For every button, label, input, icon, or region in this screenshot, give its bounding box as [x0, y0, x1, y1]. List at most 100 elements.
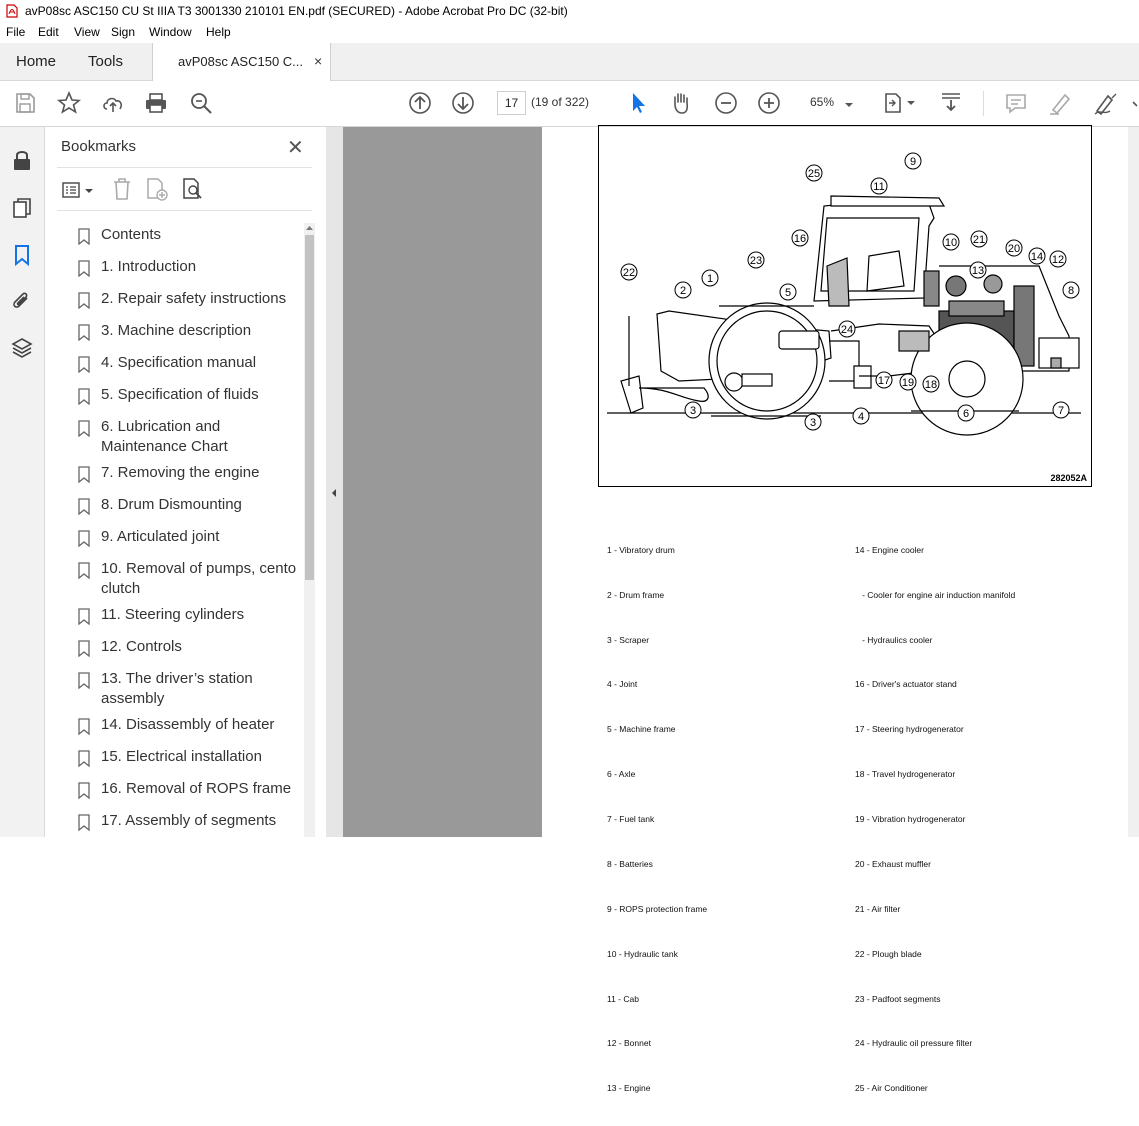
select-cursor-icon[interactable]: [625, 90, 651, 116]
svg-text:9: 9: [910, 156, 916, 168]
bookmark-label: 6. Lubrication and Maintenance Chart: [101, 418, 228, 455]
menu-help[interactable]: Help: [206, 25, 231, 39]
collapse-panel-arrow-icon[interactable]: [330, 488, 338, 498]
svg-text:21: 21: [973, 234, 985, 246]
bookmark-flag-icon: [78, 530, 90, 547]
bookmark-label: 17. Assembly of segments: [101, 812, 277, 829]
tab-row: Home Tools avP08sc ASC150 C... ×: [0, 43, 1139, 81]
legend-item: 24 - Hydraulic oil pressure filter: [855, 1038, 973, 1049]
panel-divider: [57, 210, 312, 211]
hand-tool-icon[interactable]: [668, 90, 694, 116]
attachment-paperclip-icon[interactable]: [10, 289, 34, 313]
panel-splitter[interactable]: [326, 127, 343, 837]
zoom-in-icon[interactable]: [756, 90, 782, 116]
callout: 16: [791, 229, 809, 247]
bookmark-label: 14. Disassembly of heater: [101, 716, 275, 733]
pdf-app-icon: [6, 4, 18, 18]
scrollbar-thumb[interactable]: [305, 235, 314, 580]
previous-page-icon[interactable]: [407, 90, 433, 116]
menu-window[interactable]: Window: [149, 25, 192, 39]
pdf-page: 1 2 3 3 4 5 6 7 8 9 10 11 12 13 14 16 17: [542, 125, 1139, 1093]
bookmark-label: 3. Machine description: [101, 322, 252, 339]
page-count: (19 of 322): [531, 95, 590, 109]
tab-close-button[interactable]: ×: [314, 43, 322, 80]
legend-item: 25 - Air Conditioner: [855, 1083, 928, 1094]
highlight-pen-icon[interactable]: [1047, 90, 1073, 116]
bookmarks-close-button[interactable]: ✕: [287, 135, 304, 160]
search-zoom-icon[interactable]: [188, 90, 214, 116]
legend-item: - Cooler for engine air induction manifo…: [855, 589, 1016, 600]
scroll-mode-icon[interactable]: [938, 90, 964, 116]
bookmark-label: 5. Specification of fluids: [101, 386, 259, 403]
print-icon[interactable]: [143, 90, 169, 116]
legend-item: 9 - ROPS protection frame: [607, 903, 708, 914]
bookmark-flag-icon: [78, 388, 90, 405]
bookmark-label: 9. Articulated joint: [101, 528, 220, 545]
menu-sign[interactable]: Sign: [111, 25, 135, 39]
bookmark-flag-icon: [78, 324, 90, 341]
compactor-drawing: 1 2 3 3 4 5 6 7 8 9 10 11 12 13 14 16 17: [607, 152, 1081, 436]
delete-bookmark-trash-icon[interactable]: [111, 177, 133, 201]
bookmark-flag-icon: [78, 672, 90, 689]
tab-document[interactable]: avP08sc ASC150 C... ×: [152, 43, 331, 81]
legend-item: 17 - Steering hydrogenerator: [855, 724, 964, 735]
bookmarks-toolbar: [59, 177, 314, 203]
tab-home[interactable]: Home: [16, 43, 56, 80]
layers-icon[interactable]: [10, 336, 34, 360]
legend-item: 5 - Machine frame: [607, 724, 676, 735]
bookmark-flag-icon: [78, 228, 90, 245]
zoom-out-icon[interactable]: [713, 90, 739, 116]
bookmark-flag-icon: [78, 498, 90, 515]
svg-text:4: 4: [858, 411, 864, 423]
legend-item: 18 - Travel hydrogenerator: [855, 769, 956, 780]
document-viewport[interactable]: 1 2 3 3 4 5 6 7 8 9 10 11 12 13 14 16 17: [343, 125, 1139, 1093]
bookmark-flag-icon: [78, 466, 90, 483]
bookmark-label: 4. Specification manual: [101, 354, 257, 371]
scroll-up-arrow-icon[interactable]: [305, 224, 314, 232]
lock-icon[interactable]: [10, 148, 34, 172]
svg-text:25: 25: [808, 168, 820, 180]
menu-edit[interactable]: Edit: [38, 25, 59, 39]
new-bookmark-icon[interactable]: [145, 177, 169, 201]
bookmark-panel-icon[interactable]: [10, 243, 34, 267]
find-bookmark-icon[interactable]: [181, 177, 205, 201]
callout: 10: [942, 233, 960, 251]
pages-thumbnails-icon[interactable]: [10, 196, 34, 220]
callout: 17: [875, 371, 893, 389]
bookmarks-scrollbar[interactable]: [304, 223, 315, 837]
bookmark-options-icon[interactable]: [61, 179, 95, 201]
callout: 24: [838, 320, 856, 338]
legend-item: 16 - Driver's actuator stand: [855, 679, 957, 690]
svg-text:2: 2: [680, 285, 686, 297]
zoom-level[interactable]: 65%: [810, 95, 834, 109]
svg-text:3: 3: [810, 417, 816, 429]
upload-cloud-icon[interactable]: [100, 90, 126, 116]
machine-figure: 1 2 3 3 4 5 6 7 8 9 10 11 12 13 14 16 17: [598, 125, 1092, 487]
bookmark-label: 12. Controls: [101, 638, 182, 655]
bookmark-star-icon[interactable]: [56, 90, 82, 116]
bookmark-label: 13. The driver’s station assembly: [101, 670, 253, 707]
callout: 8: [1062, 281, 1080, 299]
zoom-dropdown-chevron-icon[interactable]: [842, 92, 856, 118]
svg-text:12: 12: [1052, 254, 1064, 266]
menu-file[interactable]: File: [6, 25, 25, 39]
legend-item: 8 - Batteries: [607, 858, 653, 869]
menu-view[interactable]: View: [74, 25, 100, 39]
callout: 14: [1028, 247, 1046, 265]
svg-text:6: 6: [963, 408, 969, 420]
sign-pen-icon[interactable]: [1092, 90, 1118, 116]
svg-text:7: 7: [1058, 405, 1064, 417]
toolbar: 17 (19 of 322) 65%: [0, 81, 1139, 127]
callout: 3: [684, 401, 702, 419]
page-number-input[interactable]: 17: [497, 91, 526, 115]
more-tools-icon[interactable]: [1131, 90, 1139, 116]
page-fit-icon[interactable]: [882, 90, 918, 116]
tab-tools[interactable]: Tools: [88, 43, 123, 80]
comment-icon[interactable]: [1003, 90, 1029, 116]
next-page-icon[interactable]: [450, 90, 476, 116]
callout: 6: [957, 404, 975, 422]
bookmark-label: 15. Electrical installation: [101, 748, 262, 765]
save-icon[interactable]: [12, 90, 38, 116]
left-rail: [0, 127, 45, 837]
right-scroll-edge[interactable]: [1128, 127, 1139, 837]
